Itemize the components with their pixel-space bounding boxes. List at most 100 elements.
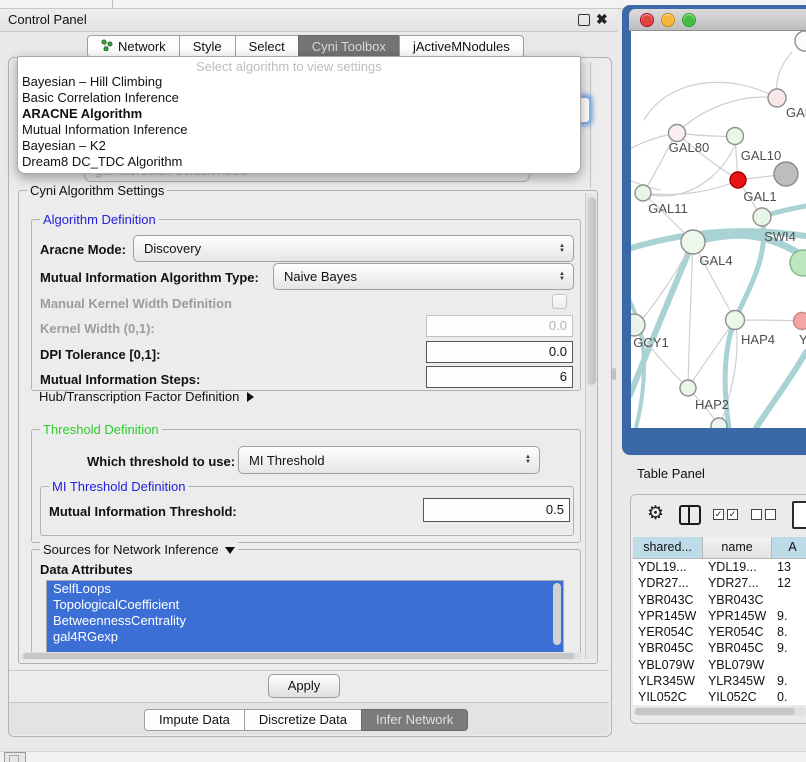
tab-network[interactable]: Network <box>87 35 180 58</box>
tab-jactivemnodules[interactable]: jActiveMNodules <box>399 35 524 58</box>
algorithm-option-aracne-algorithm[interactable]: ARACNE Algorithm <box>20 106 578 122</box>
network-node-y[interactable] <box>794 313 806 330</box>
minimize-traffic-light-icon[interactable] <box>661 13 675 27</box>
close-icon[interactable]: ✖ <box>596 11 608 28</box>
network-node-hap2[interactable] <box>680 380 696 396</box>
attribute-item-betweennesscentrality[interactable]: BetweennessCentrality <box>47 613 563 629</box>
node-label-gal11: GAL11 <box>648 201 688 216</box>
column-header-shared[interactable]: shared... <box>633 537 703 558</box>
mi-type-combobox[interactable]: Naive Bayes ▲▼ <box>273 263 574 290</box>
network-node-hap4[interactable] <box>726 311 745 330</box>
network-node-gal80[interactable] <box>669 125 686 142</box>
float-window-icon[interactable] <box>578 14 590 26</box>
attribute-item-gal4rgexp[interactable]: gal4RGexp <box>47 629 563 645</box>
data-attributes-list[interactable]: SelfLoopsTopologicalCoefficientBetweenne… <box>46 580 564 653</box>
combo-arrows-icon: ▲▼ <box>555 272 569 282</box>
column-header-a[interactable]: A <box>772 537 806 558</box>
table-cell: 9. <box>772 640 806 656</box>
panel-splitter-handle[interactable] <box>612 368 616 380</box>
table-row[interactable]: YLR345WYLR345W9. <box>633 673 806 689</box>
aracne-mode-combobox[interactable]: Discovery ▲▼ <box>133 235 574 262</box>
node-label-gal10: GAL10 <box>741 148 781 163</box>
settings-scrollbar-thumb[interactable] <box>587 197 596 385</box>
network-node[interactable] <box>795 31 806 51</box>
settings-hscrollbar-track[interactable] <box>21 652 583 660</box>
attribute-item-selfloops[interactable]: SelfLoops <box>47 581 563 597</box>
attribute-item-topologicalcoefficient[interactable]: TopologicalCoefficient <box>47 597 563 613</box>
table-cell: YIL052C <box>633 689 703 705</box>
network-edge[interactable] <box>644 82 777 120</box>
hub-definition-toggle[interactable]: Hub/Transcription Factor Definition <box>39 389 254 404</box>
node-label-gcy1: GCY1 <box>633 335 668 350</box>
table-row[interactable]: YDL19...YDL19...13 <box>633 559 806 575</box>
tab-cyni-toolbox[interactable]: Cyni Toolbox <box>298 35 400 58</box>
dpi-tolerance-field[interactable]: 0.0 <box>426 341 573 363</box>
network-node-gal1[interactable] <box>730 172 746 188</box>
bottom-tab-infer-network[interactable]: Infer Network <box>361 709 468 731</box>
network-node-gal10[interactable] <box>727 128 744 145</box>
mi-threshold-field[interactable]: 0.5 <box>423 498 570 522</box>
sources-title[interactable]: Sources for Network Inference <box>40 542 238 557</box>
bottom-tab-impute-data[interactable]: Impute Data <box>144 709 245 731</box>
aracne-mode-value: Discovery <box>134 241 555 256</box>
checked-checkbox-icon[interactable]: ✓ <box>713 509 724 520</box>
table-row[interactable]: YBL079WYBL079W <box>633 657 806 673</box>
algorithm-option-basic-correlation-inference[interactable]: Basic Correlation Inference <box>20 90 578 106</box>
network-node[interactable] <box>774 162 798 186</box>
table-row[interactable]: YIL052CYIL052C0. <box>633 689 806 705</box>
manual-kernel-checkbox[interactable] <box>552 294 567 309</box>
bottom-tab-discretize-data[interactable]: Discretize Data <box>244 709 362 731</box>
which-threshold-combobox[interactable]: MI Threshold ▲▼ <box>238 446 540 474</box>
zoom-traffic-light-icon[interactable] <box>682 13 696 27</box>
table-row[interactable]: YDR27...YDR27...12 <box>633 575 806 591</box>
network-edge-highlighted[interactable] <box>756 352 806 428</box>
table-cell: 9. <box>772 608 806 624</box>
algorithm-option-mutual-information-inference[interactable]: Mutual Information Inference <box>20 122 578 138</box>
table-row[interactable]: YER054CYER054C8. <box>633 624 806 640</box>
combo-arrows-icon: ▲▼ <box>521 455 535 465</box>
algorithm-option-dream8-dc-tdc-algorithm[interactable]: Dream8 DC_TDC Algorithm <box>20 154 578 170</box>
node-table[interactable]: shared...nameA YDL19...YDL19...13YDR27..… <box>633 537 806 705</box>
network-window-titlebar[interactable] <box>629 9 806 31</box>
document-icon[interactable] <box>792 501 806 529</box>
tab-style[interactable]: Style <box>179 35 236 58</box>
checked-checkbox-icon[interactable]: ✓ <box>727 509 738 520</box>
apply-button[interactable]: Apply <box>268 674 340 698</box>
network-edge[interactable] <box>643 180 738 195</box>
mi-steps-field[interactable]: 6 <box>426 366 573 388</box>
close-traffic-light-icon[interactable] <box>640 13 654 27</box>
kernel-width-field[interactable]: 0.0 <box>426 315 573 337</box>
network-node-swi4[interactable] <box>753 208 771 226</box>
unchecked-checkbox-icon[interactable] <box>751 509 762 520</box>
gear-icon[interactable]: ⚙ <box>647 502 664 525</box>
table-row[interactable]: YPR145WYPR145W9. <box>633 608 806 624</box>
algorithm-option-bayesian-k2[interactable]: Bayesian – K2 <box>20 138 578 154</box>
network-node-gal11[interactable] <box>635 185 651 201</box>
network-edge[interactable] <box>688 242 693 388</box>
table-cell: YPR145W <box>633 608 703 624</box>
list-scrollbar-thumb[interactable] <box>553 583 561 645</box>
settings-scrollbar-track[interactable] <box>585 193 597 659</box>
table-row[interactable]: YBR043CYBR043C <box>633 592 806 608</box>
network-node-gcy1[interactable] <box>631 314 645 336</box>
node-label-y: Y <box>799 332 806 347</box>
split-columns-icon[interactable] <box>679 505 701 525</box>
column-header-name[interactable]: name <box>703 537 772 558</box>
table-cell: YPR145W <box>703 608 772 624</box>
settings-hscrollbar-thumb[interactable] <box>23 653 575 659</box>
control-panel-titlebar: Control Panel ✖ <box>0 9 618 32</box>
network-canvas[interactable]: GALGAL80GAL10GAL1GAL11SWI4GAL4GCY1HAP4YH… <box>631 31 806 428</box>
table-hscrollbar-thumb[interactable] <box>635 708 795 715</box>
network-edge[interactable] <box>677 97 777 133</box>
network-node-gal[interactable] <box>768 89 786 107</box>
network-node[interactable] <box>711 418 727 428</box>
table-hscrollbar-track[interactable] <box>634 707 806 716</box>
tab-select[interactable]: Select <box>235 35 299 58</box>
network-node[interactable] <box>790 250 806 276</box>
bottom-left-icon[interactable] <box>4 752 26 762</box>
table-row[interactable]: YBR045CYBR045C9. <box>633 640 806 656</box>
unchecked-checkbox-icon[interactable] <box>765 509 776 520</box>
network-node-gal4[interactable] <box>681 230 705 254</box>
algorithm-option-bayesian-hill-climbing[interactable]: Bayesian – Hill Climbing <box>20 74 578 90</box>
data-attributes-label: Data Attributes <box>40 562 133 577</box>
